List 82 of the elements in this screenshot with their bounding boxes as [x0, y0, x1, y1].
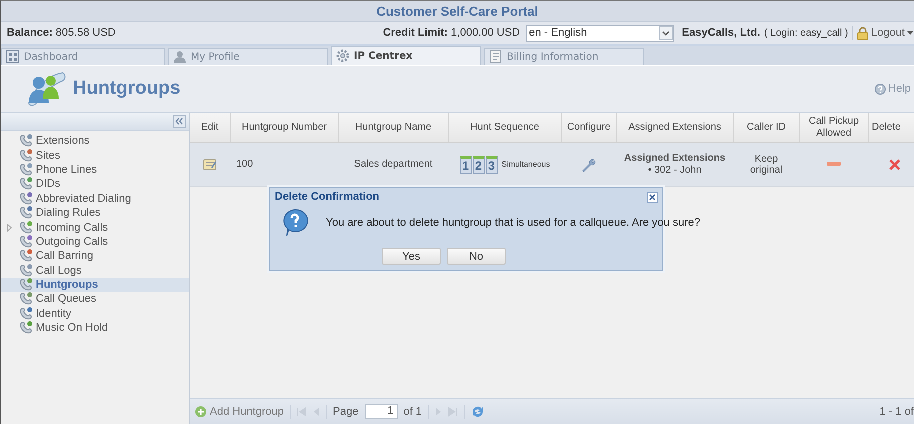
handset-icon [19, 306, 33, 321]
handset-icon [19, 249, 33, 264]
page-count: of 1 [404, 406, 422, 418]
sidebar-item[interactable]: Call Logs [1, 264, 189, 278]
sidebar-item[interactable]: Abbreviated Dialing [1, 192, 189, 206]
sidebar-item[interactable]: Music On Hold [1, 321, 189, 336]
lock-icon [857, 26, 870, 40]
handset-icon [19, 192, 33, 206]
caret-icon [907, 30, 914, 36]
portal-title: Customer Self-Care Portal [376, 4, 538, 18]
record-range: 1 - 1 of [880, 406, 914, 418]
sidebar-item[interactable]: Incoming Calls [1, 220, 189, 235]
company-name: EasyCalls, Ltd. [682, 27, 760, 39]
sequence-number: 3 [486, 156, 498, 174]
column-header[interactable]: Caller ID [734, 113, 800, 142]
first-page-icon [297, 406, 307, 416]
next-page-icon [435, 406, 442, 416]
column-header[interactable]: Huntgroup Number [230, 113, 338, 142]
page-number-field[interactable]: 1 [364, 404, 398, 419]
dialog-button[interactable]: Yes [382, 248, 441, 265]
close-icon[interactable] [647, 192, 658, 202]
edit-note-icon[interactable] [203, 158, 218, 171]
last-page-icon [448, 406, 458, 416]
table-cell: Keep original [734, 142, 800, 186]
dialog-title: Delete Confirmation [275, 191, 380, 203]
handset-icon [19, 206, 33, 220]
handset-icon [19, 234, 33, 249]
handset-icon [19, 321, 33, 336]
handset-icon [19, 134, 33, 148]
handset-icon [19, 264, 33, 278]
sidebar-item[interactable]: Phone Lines [1, 162, 189, 178]
previous-page-icon [313, 406, 320, 416]
table-cell: 100 [230, 142, 338, 186]
sequence-number: 2 [472, 156, 485, 174]
handset-icon [19, 278, 33, 292]
table-cell: Sales department [338, 142, 448, 186]
sidebar-item[interactable]: Extensions [1, 134, 189, 148]
handset-icon [19, 220, 33, 235]
refresh-icon [471, 404, 486, 418]
page-label: Page [333, 406, 359, 418]
column-header[interactable]: Hunt Sequence [448, 113, 562, 142]
dialog-message: You are about to delete huntgroup that is used for a callqueue. Are you sure? [326, 217, 700, 229]
language-select[interactable]: en - English [526, 24, 674, 42]
person-icon [173, 50, 187, 64]
nav-tab[interactable]: IP Centrex [331, 46, 481, 65]
handset-icon [19, 177, 33, 192]
collapse-icon [173, 115, 186, 128]
handset-icon [19, 148, 33, 163]
sidebar-item[interactable]: Outgoing Calls [1, 234, 189, 250]
delete-x-icon[interactable] [888, 158, 900, 170]
dialog-button[interactable]: No [447, 248, 506, 265]
login-text: ( Login: easy_call ) [764, 28, 848, 38]
sidebar-item[interactable]: Sites [1, 148, 189, 163]
page-title: Huntgroups [73, 78, 181, 100]
balance-text: Balance: 805.58 USD [7, 27, 116, 39]
column-header[interactable]: Assigned Extensions [616, 113, 734, 142]
column-header[interactable]: Configure [562, 113, 616, 142]
sidebar-item[interactable]: DIDs [1, 177, 189, 192]
sidebar-item[interactable]: Huntgroups [1, 278, 189, 292]
wrench-icon[interactable] [581, 156, 597, 172]
hunt-mode-text: Simultaneous [502, 160, 550, 169]
assigned-title: Assigned Extensions [623, 152, 727, 164]
gear-icon [336, 49, 350, 63]
plus-circle-icon [195, 406, 207, 418]
handset-icon [19, 292, 33, 306]
sidebar-item[interactable]: Call Queues [1, 292, 189, 307]
column-header[interactable]: Delete [868, 113, 914, 142]
sequence-number: 1 [460, 156, 472, 174]
handset-icon [19, 162, 33, 177]
column-header[interactable]: Call Pickup Allowed [800, 113, 868, 142]
help-icon [875, 84, 886, 94]
sidebar-item[interactable]: Identity [1, 306, 189, 322]
sidebar-item[interactable]: Call Barring [1, 249, 189, 264]
expand-arrow-icon [7, 224, 12, 232]
logout-button[interactable]: Logout [857, 26, 914, 40]
credit-limit-text: Credit Limit: 1,000.00 USD [383, 27, 520, 39]
column-header[interactable]: Huntgroup Name [338, 113, 448, 142]
add-huntgroup-button[interactable]: Add Huntgroup [195, 406, 284, 418]
sidebar-item[interactable]: Dialing Rules [1, 206, 189, 220]
assigned-extension: • 302 - John [647, 164, 703, 176]
question-bubble-icon [282, 209, 308, 237]
column-header[interactable]: Edit [190, 113, 230, 142]
